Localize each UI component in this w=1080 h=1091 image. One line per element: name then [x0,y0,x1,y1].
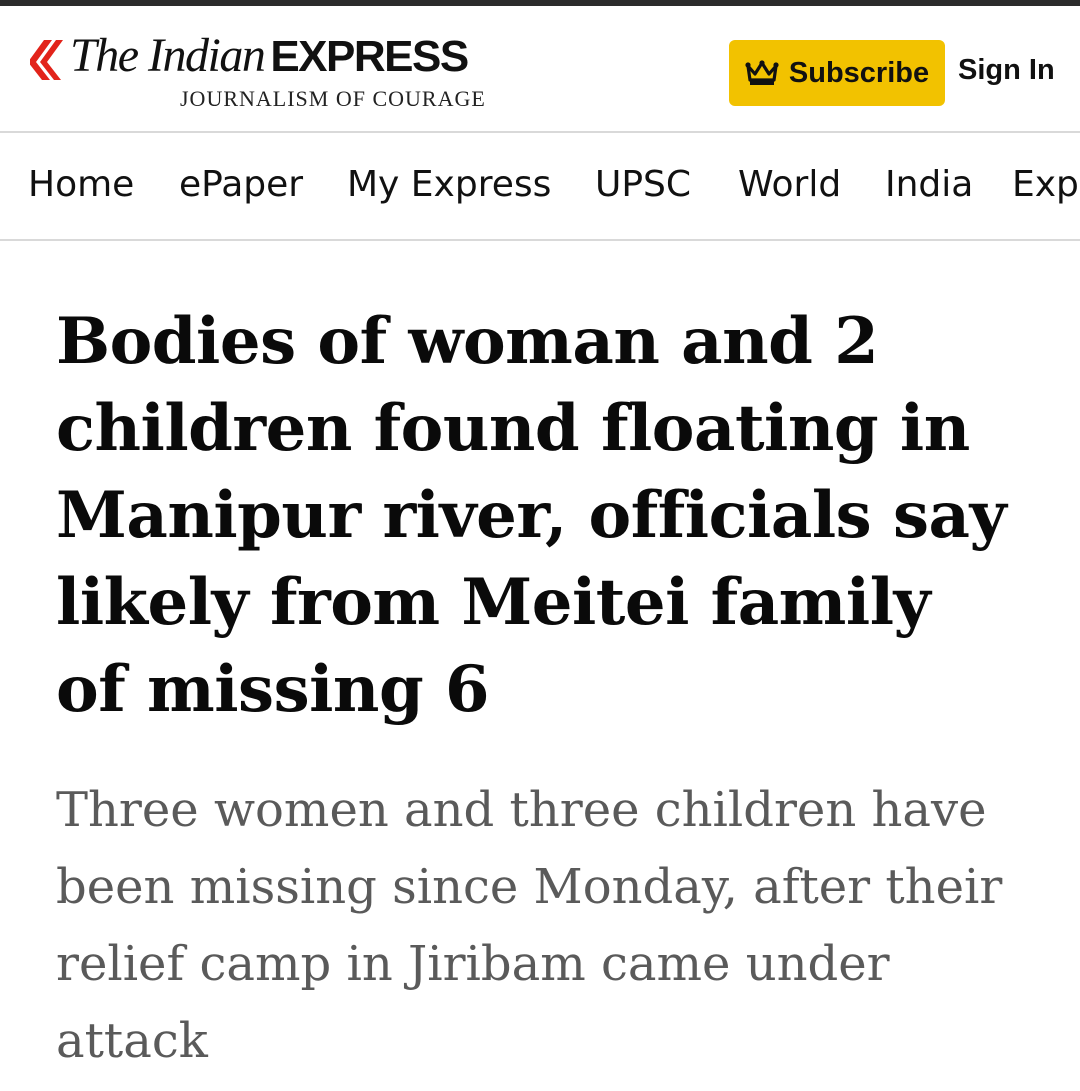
article-headline: Bodies of woman and 2 children found flo… [56,304,1007,727]
sign-in-link[interactable]: Sign In [958,54,1055,87]
nav-item-explained[interactable]: Exp [1012,165,1079,205]
site-header: The Indian EXPRESS JOURNALISM OF COURAGE … [0,6,1080,132]
logo-tagline: JOURNALISM OF COURAGE [180,86,486,111]
indian-express-logo-icon [30,40,63,80]
logo-name-part1: The Indian [70,29,266,82]
subscribe-button[interactable]: Subscribe [729,40,945,106]
subscribe-label: Subscribe [788,56,930,89]
logo-wordmark: The Indian EXPRESS [70,29,469,82]
crown-icon [745,60,779,85]
article-standfirst: Three women and three children have been… [56,782,1003,1069]
nav-item-world[interactable]: World [738,165,841,205]
logo-name-part2: EXPRESS [270,32,469,81]
nav-item-home[interactable]: Home [28,165,134,205]
main-nav: Home ePaper My Express UPSC World India … [0,133,1080,239]
nav-divider [0,239,1080,241]
nav-item-upsc[interactable]: UPSC [595,165,691,205]
nav-item-my-express[interactable]: My Express [347,165,551,205]
site-logo[interactable]: The Indian EXPRESS JOURNALISM OF COURAGE [30,29,490,114]
nav-item-india[interactable]: India [885,165,973,205]
nav-item-epaper[interactable]: ePaper [179,165,303,205]
